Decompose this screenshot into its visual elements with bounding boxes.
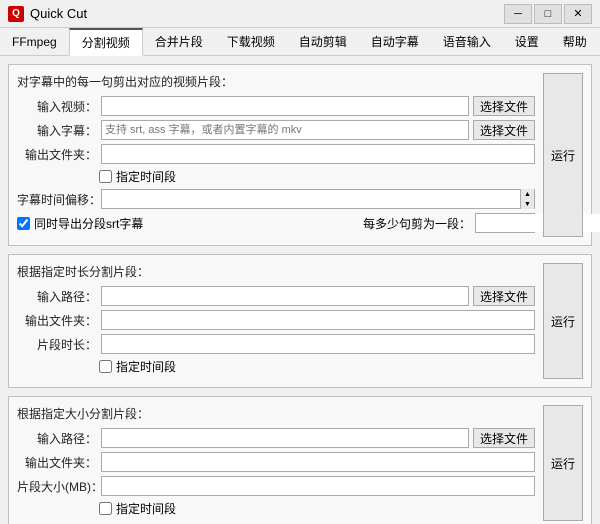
export-segment-label: 每多少句剪为一段： (363, 215, 471, 232)
specify-time-row1: 指定时间段 (17, 168, 535, 185)
output-folder-row3: 输出文件夹： (17, 452, 535, 472)
specify-time-row2: 指定时间段 (17, 358, 535, 375)
menu-settings[interactable]: 设置 (503, 28, 551, 55)
input-path-input3[interactable] (101, 428, 469, 448)
segment-duration-row: 片段时长： (17, 334, 535, 354)
segment-duration-input[interactable] (101, 334, 535, 354)
section2-fields: 根据指定时长分割片段： 输入路径： 选择文件 输出文件夹： 片段时长： 指定时间… (17, 263, 535, 379)
input-path-row3: 输入路径： 选择文件 (17, 428, 535, 448)
menu-auto-subtitle[interactable]: 自动字幕 (359, 28, 431, 55)
menu-ffmpeg[interactable]: FFmpeg (0, 28, 69, 55)
segment-size-label: 片段大小(MB)： (17, 478, 97, 495)
output-folder-input2[interactable] (101, 310, 535, 330)
specify-time-label3: 指定时间段 (116, 500, 176, 517)
output-folder-input1[interactable] (101, 144, 535, 164)
video-label: 输入视频： (17, 98, 97, 115)
time-offset-down[interactable]: ▼ (521, 199, 534, 209)
app-title: Quick Cut (30, 6, 504, 21)
specify-time-checkbox2[interactable] (99, 360, 112, 373)
specify-time-label2: 指定时间段 (116, 358, 176, 375)
time-offset-row: 字幕时间偏移： 0.00 ▲ ▼ (17, 189, 535, 209)
title-bar: Q Quick Cut ─ □ ✕ (0, 0, 600, 28)
menu-split-video[interactable]: 分割视频 (69, 28, 143, 56)
app-icon: Q (8, 6, 24, 22)
subtitle-input-row: 输入字幕： 选择文件 (17, 120, 535, 140)
time-offset-input[interactable]: 0.00 (102, 190, 520, 208)
specify-time-label1: 指定时间段 (116, 168, 176, 185)
specify-time-row3: 指定时间段 (17, 500, 535, 517)
run-button-3[interactable]: 运行 (543, 405, 583, 521)
window-controls: ─ □ ✕ (504, 4, 592, 24)
run-button-1[interactable]: 运行 (543, 73, 583, 237)
specify-time-checkbox-wrap1: 指定时间段 (99, 168, 176, 185)
time-offset-up[interactable]: ▲ (521, 189, 534, 199)
menu-auto-edit[interactable]: 自动剪辑 (287, 28, 359, 55)
video-input-row: 输入视频： 选择文件 (17, 96, 535, 116)
output-folder-row1: 输出文件夹： (17, 144, 535, 164)
export-srt-label: 同时导出分段srt字幕 (34, 215, 143, 232)
section3-title: 根据指定大小分割片段： (17, 405, 535, 422)
segment-size-row: 片段大小(MB)： (17, 476, 535, 496)
section2-title: 根据指定时长分割片段： (17, 263, 535, 280)
maximize-button[interactable]: □ (534, 4, 562, 24)
menu-merge-segment[interactable]: 合并片段 (143, 28, 215, 55)
segment-duration-label: 片段时长： (17, 336, 97, 353)
output-folder-label1: 输出文件夹： (17, 146, 97, 163)
video-select-button[interactable]: 选择文件 (473, 96, 535, 116)
select-button3[interactable]: 选择文件 (473, 428, 535, 448)
section-size-split: 根据指定大小分割片段： 输入路径： 选择文件 输出文件夹： 片段大小(MB)： … (8, 396, 592, 524)
section3-fields: 根据指定大小分割片段： 输入路径： 选择文件 输出文件夹： 片段大小(MB)： … (17, 405, 535, 521)
video-input[interactable] (101, 96, 469, 116)
main-content: 对字幕中的每一句剪出对应的视频片段： 输入视频： 选择文件 输入字幕： 选择文件… (0, 56, 600, 524)
menu-voice-input[interactable]: 语音输入 (431, 28, 503, 55)
export-segment-wrap: 每多少句剪为一段： 1 ▲ ▼ (147, 213, 535, 233)
subtitle-input[interactable] (101, 120, 469, 140)
specify-time-checkbox3[interactable] (99, 502, 112, 515)
export-srt-row: 同时导出分段srt字幕 每多少句剪为一段： 1 ▲ ▼ (17, 213, 535, 233)
export-checkbox-wrap: 同时导出分段srt字幕 (17, 215, 143, 232)
specify-time-checkbox-wrap3: 指定时间段 (99, 500, 176, 517)
section-subtitle-split: 对字幕中的每一句剪出对应的视频片段： 输入视频： 选择文件 输入字幕： 选择文件… (8, 64, 592, 246)
minimize-button[interactable]: ─ (504, 4, 532, 24)
specify-time-checkbox-wrap2: 指定时间段 (99, 358, 176, 375)
input-path-row2: 输入路径： 选择文件 (17, 286, 535, 306)
specify-time-checkbox1[interactable] (99, 170, 112, 183)
export-segment-spin-wrap: 1 ▲ ▼ (475, 213, 535, 233)
input-path-label3: 输入路径： (17, 430, 97, 447)
select-button2[interactable]: 选择文件 (473, 286, 535, 306)
close-button[interactable]: ✕ (564, 4, 592, 24)
output-folder-label2: 输出文件夹： (17, 312, 97, 329)
output-folder-label3: 输出文件夹： (17, 454, 97, 471)
subtitle-label: 输入字幕： (17, 122, 97, 139)
menu-bar: FFmpeg 分割视频 合并片段 下载视频 自动剪辑 自动字幕 语音输入 设置 … (0, 28, 600, 56)
input-path-label2: 输入路径： (17, 288, 97, 305)
menu-help[interactable]: 帮助 (551, 28, 599, 55)
run-button-2[interactable]: 运行 (543, 263, 583, 379)
time-offset-spin-wrap: 0.00 ▲ ▼ (101, 189, 535, 209)
section1-fields: 对字幕中的每一句剪出对应的视频片段： 输入视频： 选择文件 输入字幕： 选择文件… (17, 73, 535, 237)
output-folder-row2: 输出文件夹： (17, 310, 535, 330)
menu-download-video[interactable]: 下载视频 (215, 28, 287, 55)
export-srt-checkbox[interactable] (17, 217, 30, 230)
section-duration-split: 根据指定时长分割片段： 输入路径： 选择文件 输出文件夹： 片段时长： 指定时间… (8, 254, 592, 388)
segment-size-input[interactable] (101, 476, 535, 496)
output-folder-input3[interactable] (101, 452, 535, 472)
subtitle-select-button[interactable]: 选择文件 (473, 120, 535, 140)
time-offset-arrows: ▲ ▼ (520, 189, 534, 209)
time-offset-label: 字幕时间偏移： (17, 191, 97, 208)
section1-title: 对字幕中的每一句剪出对应的视频片段： (17, 73, 535, 90)
input-path-input2[interactable] (101, 286, 469, 306)
